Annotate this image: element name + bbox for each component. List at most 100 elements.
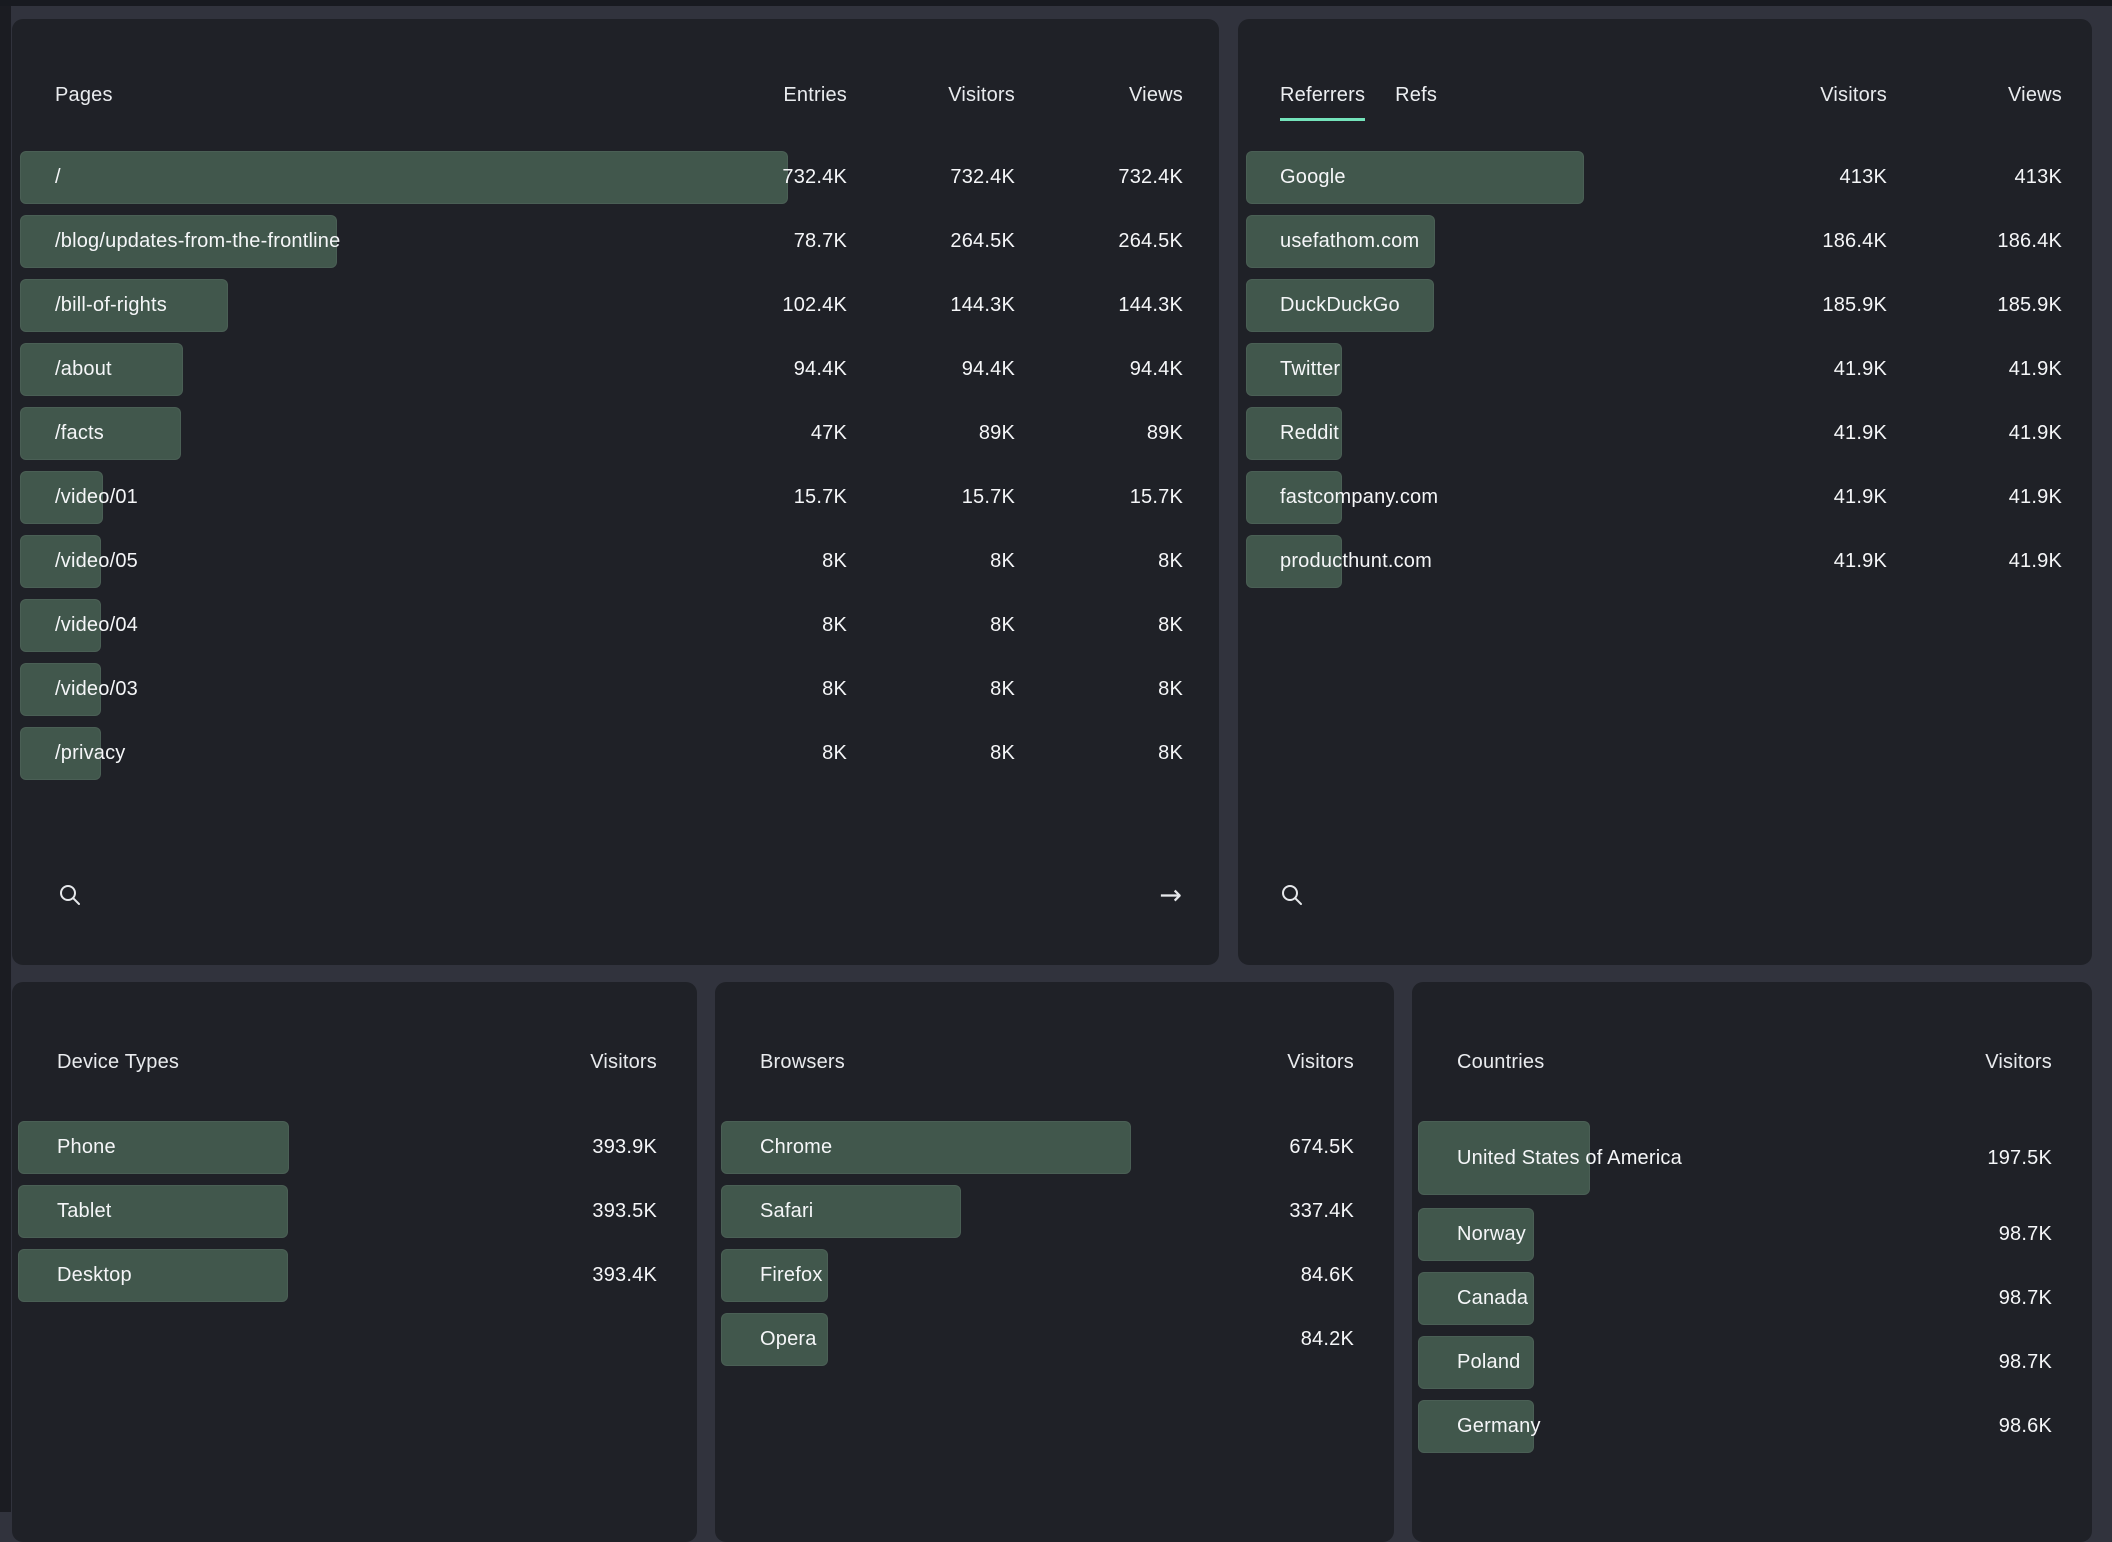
- table-row[interactable]: Desktop393.4K: [12, 1249, 697, 1302]
- table-row[interactable]: Firefox 84.6K: [715, 1249, 1394, 1302]
- row-value: 98.7K: [1999, 1336, 2052, 1389]
- pages-title: Pages: [55, 81, 113, 109]
- row-label: /blog/updates-from-the-frontline: [55, 215, 340, 268]
- countries-rows: United States of America197.5KNorway98.7…: [1412, 1121, 2092, 1464]
- row-label: producthunt.com: [1280, 535, 1432, 588]
- row-value: 393.5K: [592, 1185, 657, 1238]
- countries-card: Countries Visitors United States of Amer…: [1412, 982, 2092, 1542]
- table-row[interactable]: /video/038K8K8K: [12, 663, 1219, 716]
- countries-card-header: Countries Visitors: [1412, 1048, 2092, 1078]
- search-icon[interactable]: [58, 883, 82, 907]
- table-row[interactable]: fastcompany.com 41.9K 41.9K: [1238, 471, 2092, 524]
- row-value: 41.9K: [1834, 407, 1887, 460]
- row-label: Opera: [760, 1313, 817, 1366]
- row-value: 413K: [2014, 151, 2062, 204]
- table-row[interactable]: /blog/updates-from-the-frontline78.7K264…: [12, 215, 1219, 268]
- device-types-card: Device Types Visitors Phone393.9KTablet3…: [12, 982, 697, 1542]
- row-label: usefathom.com: [1280, 215, 1419, 268]
- row-value: 15.7K: [794, 471, 847, 524]
- device-types-rows: Phone393.9K Tablet393.5K Desktop393.4K: [12, 1121, 697, 1313]
- table-row[interactable]: /video/0115.7K15.7K15.7K: [12, 471, 1219, 524]
- row-value: 186.4K: [1997, 215, 2062, 268]
- row-value: 413K: [1839, 151, 1887, 204]
- column-header-views[interactable]: Views: [1129, 81, 1183, 109]
- table-row[interactable]: Opera84.2K: [715, 1313, 1394, 1366]
- table-row[interactable]: DuckDuckGo185.9K185.9K: [1238, 279, 2092, 332]
- row-label: Twitter: [1280, 343, 1340, 396]
- table-row[interactable]: Norway98.7K: [1412, 1208, 2092, 1261]
- row-value: 98.7K: [1999, 1272, 2052, 1325]
- table-row[interactable]: Google 413K 413K: [1238, 151, 2092, 204]
- referrers-rows: Google 413K 413K usefathom.com 186.4K 186.4K D…: [1238, 151, 2092, 599]
- row-value: 8K: [822, 727, 847, 780]
- row-value: 144.3K: [950, 279, 1015, 332]
- row-value: 264.5K: [1118, 215, 1183, 268]
- row-value: 393.9K: [592, 1121, 657, 1174]
- row-value: 8K: [822, 599, 847, 652]
- browsers-title: Browsers: [760, 1048, 845, 1076]
- row-value: 393.4K: [592, 1249, 657, 1302]
- row-value: 84.6K: [1301, 1249, 1354, 1302]
- row-value: 337.4K: [1289, 1185, 1354, 1238]
- row-label: fastcompany.com: [1280, 471, 1438, 524]
- table-row[interactable]: /facts47K89K89K: [12, 407, 1219, 460]
- row-label: Firefox: [760, 1249, 823, 1302]
- table-row[interactable]: Poland98.7K: [1412, 1336, 2092, 1389]
- row-label: Germany: [1457, 1400, 1541, 1453]
- row-value: 41.9K: [2009, 471, 2062, 524]
- table-row[interactable]: Twitter41.9K41.9K: [1238, 343, 2092, 396]
- table-row[interactable]: Reddit41.9K41.9K: [1238, 407, 2092, 460]
- row-label: Norway: [1457, 1208, 1526, 1261]
- row-label: /privacy: [55, 727, 126, 780]
- column-header-views[interactable]: Views: [2008, 81, 2062, 109]
- row-value: 8K: [1158, 599, 1183, 652]
- table-row[interactable]: Canada 98.7K: [1412, 1272, 2092, 1325]
- row-label: Canada: [1457, 1272, 1528, 1325]
- row-value: 264.5K: [950, 215, 1015, 268]
- search-icon[interactable]: [1280, 883, 1304, 907]
- row-label: United States of America: [1457, 1121, 1682, 1195]
- table-row[interactable]: /privacy8K8K8K: [12, 727, 1219, 780]
- row-value: 186.4K: [1822, 215, 1887, 268]
- column-header-visitors[interactable]: Visitors: [1820, 81, 1887, 109]
- browsers-card-header: Browsers Visitors: [715, 1048, 1394, 1078]
- viewport-left-edge: [0, 0, 11, 1512]
- table-row[interactable]: /bill-of-rights102.4K144.3K144.3K: [12, 279, 1219, 332]
- row-value: 47K: [811, 407, 847, 460]
- countries-title: Countries: [1457, 1048, 1544, 1076]
- row-value: 732.4K: [1118, 151, 1183, 204]
- table-row[interactable]: Chrome674.5K: [715, 1121, 1394, 1174]
- table-row[interactable]: /732.4K732.4K732.4K: [12, 151, 1219, 204]
- table-row[interactable]: Germany98.6K: [1412, 1400, 2092, 1453]
- column-header-entries[interactable]: Entries: [783, 81, 847, 109]
- table-row[interactable]: United States of America197.5K: [1412, 1121, 2092, 1195]
- row-value: 8K: [990, 599, 1015, 652]
- table-row[interactable]: Safari337.4K: [715, 1185, 1394, 1238]
- row-value: 102.4K: [782, 279, 847, 332]
- table-row[interactable]: /video/058K8K8K: [12, 535, 1219, 588]
- row-value: 94.4K: [794, 343, 847, 396]
- row-label: /facts: [55, 407, 104, 460]
- row-label: /bill-of-rights: [55, 279, 167, 332]
- next-page-arrow-icon[interactable]: →: [1159, 881, 1182, 911]
- row-value: 15.7K: [962, 471, 1015, 524]
- row-label: DuckDuckGo: [1280, 279, 1400, 332]
- table-row[interactable]: producthunt.com41.9K41.9K: [1238, 535, 2092, 588]
- table-row[interactable]: Tablet393.5K: [12, 1185, 697, 1238]
- row-value: 8K: [990, 535, 1015, 588]
- row-value: 41.9K: [1834, 471, 1887, 524]
- table-row[interactable]: /about94.4K94.4K94.4K: [12, 343, 1219, 396]
- column-header-visitors[interactable]: Visitors: [590, 1048, 657, 1076]
- column-header-visitors[interactable]: Visitors: [1985, 1048, 2052, 1076]
- table-row[interactable]: /video/048K8K8K: [12, 599, 1219, 652]
- row-value: 89K: [979, 407, 1015, 460]
- column-header-visitors[interactable]: Visitors: [948, 81, 1015, 109]
- browsers-rows: Chrome674.5K Safari337.4K Firefox 84.6K Oper…: [715, 1121, 1394, 1377]
- row-label: /video/03: [55, 663, 138, 716]
- row-label: Google: [1280, 151, 1346, 204]
- column-header-visitors[interactable]: Visitors: [1287, 1048, 1354, 1076]
- table-row[interactable]: usefathom.com 186.4K 186.4K: [1238, 215, 2092, 268]
- table-row[interactable]: Phone393.9K: [12, 1121, 697, 1174]
- row-value: 8K: [822, 535, 847, 588]
- referrers-card: Referrers Refs Visitors Views Google413K…: [1238, 19, 2092, 965]
